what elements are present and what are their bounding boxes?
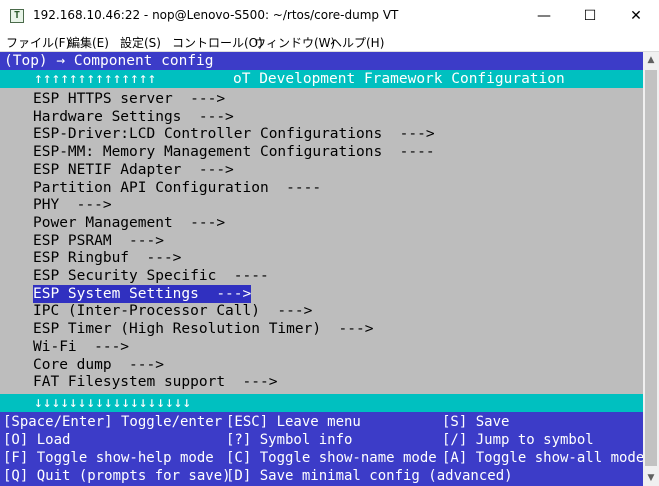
menu-header-bar: ↑↑↑↑↑↑↑↑↑↑↑↑↑↑ oT Development Framework … [0, 70, 643, 88]
menu-entry[interactable]: FAT Filesystem support ---> [33, 373, 277, 391]
menu-help[interactable]: ヘルプ(H) [330, 34, 384, 51]
menu-entry[interactable]: IPC (Inter-Processor Call) ---> [33, 302, 312, 320]
menu-entry[interactable]: PHY ---> [33, 196, 112, 214]
menu-entry[interactable]: Hardware Settings ---> [33, 108, 234, 126]
help-symbol-info: [?] Symbol info [226, 432, 353, 448]
menu-control[interactable]: コントロール(O) [172, 34, 263, 51]
menu-entry[interactable]: ESP Timer (High Resolution Timer) ---> [33, 320, 373, 338]
menu-footer-bar: ↓↓↓↓↓↓↓↓↓↓↓↓↓↓↓↓↓↓ [0, 394, 643, 412]
help-show-name-mode: [C] Toggle show-name mode [226, 450, 437, 466]
help-toggle-enter: [Space/Enter] Toggle/enter [3, 414, 223, 430]
scroll-up-arrow-icon[interactable]: ▲ [643, 52, 659, 68]
window-title: 192.168.10.46:22 - nop@Lenovo-S500: ~/rt… [33, 8, 399, 22]
terminal-app-icon: T [10, 9, 24, 23]
help-show-all-mode: [A] Toggle show-all mode [442, 450, 643, 466]
menu-entry[interactable]: Core dump ---> [33, 356, 164, 374]
terminal-screen[interactable]: (Top) → Component config ↑↑↑↑↑↑↑↑↑↑↑↑↑↑ … [0, 52, 643, 486]
close-button[interactable]: ✕ [613, 0, 659, 32]
scroll-down-arrow-icon[interactable]: ▼ [643, 470, 659, 486]
vertical-scrollbar[interactable]: ▲ ▼ [643, 52, 659, 486]
maximize-button[interactable]: ☐ [567, 0, 613, 32]
menu-entry[interactable]: ESP System Settings ---> [33, 284, 252, 303]
menu-file[interactable]: ファイル(F) [6, 34, 70, 51]
menu-title: oT Development Framework Configuration [233, 71, 565, 87]
help-save-minimal: [D] Save minimal config (advanced) [226, 468, 513, 484]
menu-edit[interactable]: 編集(E) [68, 34, 109, 51]
menu-entry[interactable]: Wi-Fi ---> [33, 338, 129, 356]
menu-bar: ファイル(F) 編集(E) 設定(S) コントロール(O) ウィンドウ(W) ヘ… [0, 32, 659, 52]
header-scroll-arrows: ↑↑↑↑↑↑↑↑↑↑↑↑↑↑ [34, 71, 157, 87]
help-quit: [Q] Quit (prompts for save) [3, 468, 231, 484]
scrollbar-thumb[interactable] [645, 70, 657, 466]
menu-entry[interactable]: Partition API Configuration ---- [33, 179, 321, 197]
help-leave-menu: [ESC] Leave menu [226, 414, 361, 430]
footer-scroll-arrows: ↓↓↓↓↓↓↓↓↓↓↓↓↓↓↓↓↓↓ [34, 395, 192, 411]
menu-window[interactable]: ウィンドウ(W) [254, 34, 335, 51]
menu-entry[interactable]: ESP Security Specific ---- [33, 267, 269, 285]
help-load: [O] Load [3, 432, 71, 448]
minimize-button[interactable]: — [521, 0, 567, 32]
help-save: [S] Save [442, 414, 510, 430]
menu-entry[interactable]: ESP PSRAM ---> [33, 232, 164, 250]
menu-entry[interactable]: ESP-MM: Memory Management Configurations… [33, 143, 435, 161]
help-jump-to-symbol: [/] Jump to symbol [442, 432, 594, 448]
help-panel: [Space/Enter] Toggle/enter [ESC] Leave m… [0, 412, 643, 486]
window-titlebar[interactable]: T 192.168.10.46:22 - nop@Lenovo-S500: ~/… [0, 0, 659, 32]
menu-entry[interactable]: ESP-Driver:LCD Controller Configurations… [33, 125, 435, 143]
menu-entry[interactable]: ESP NETIF Adapter ---> [33, 161, 234, 179]
help-show-help-mode: [F] Toggle show-help mode [3, 450, 214, 466]
menu-entry[interactable]: Power Management ---> [33, 214, 225, 232]
breadcrumb-bar: (Top) → Component config [0, 52, 643, 70]
menu-settings[interactable]: 設定(S) [120, 34, 161, 51]
menu-entry[interactable]: ESP Ringbuf ---> [33, 249, 181, 267]
breadcrumb: (Top) → Component config [4, 53, 214, 69]
menu-entry[interactable]: ESP HTTPS server ---> [33, 90, 225, 108]
